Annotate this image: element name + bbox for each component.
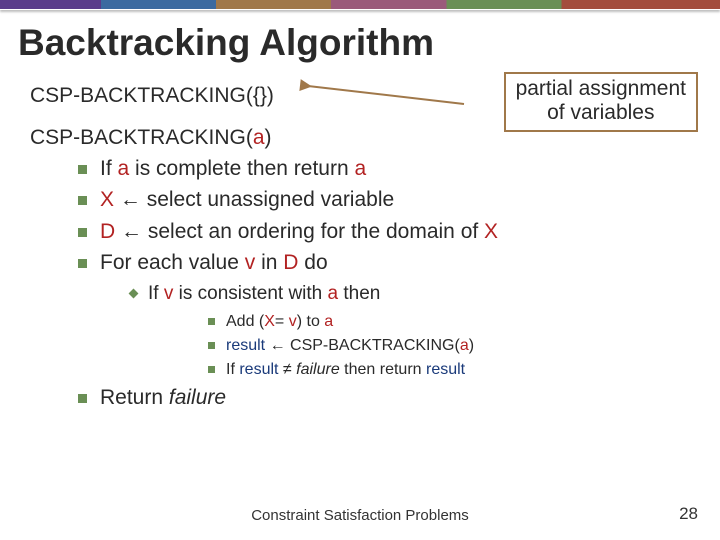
callout-line2: of variables — [547, 101, 654, 124]
inner-steps: If v is consistent with a then Add (X= v… — [100, 282, 690, 380]
fn-close: ) — [265, 126, 272, 149]
fn-arg: a — [253, 126, 265, 149]
accent-bar — [0, 0, 720, 10]
step-select-domain: D ← select an ordering for the domain of… — [78, 219, 690, 245]
footer-text: Constraint Satisfaction Problems — [0, 507, 720, 524]
innermost-steps: Add (X= v) to a result ← CSP-BACKTRACKIN… — [148, 312, 690, 380]
step-return-failure: Return failure — [78, 385, 690, 411]
step-if-complete: If a is complete then return a — [78, 156, 690, 182]
fn-name: CSP-BACKTRACKING( — [30, 126, 253, 149]
algorithm-steps: If a is complete then return a X ← selec… — [30, 156, 690, 411]
slide-title: Backtracking Algorithm — [0, 10, 720, 72]
callout-arrow — [306, 82, 486, 122]
step-recurse: result ← CSP-BACKTRACKING(a) — [208, 336, 690, 356]
step-select-var: X ← select unassigned variable — [78, 187, 690, 213]
step-check-result: If result ≠ failure then return result — [208, 360, 690, 380]
page-number: 28 — [679, 504, 698, 524]
callout-line1: partial assignment — [516, 77, 686, 100]
slide-body: partial assignment of variables CSP-BACK… — [0, 72, 720, 411]
fn-name: CSP-BACKTRACKING( — [30, 84, 253, 107]
fn-arg: {} — [253, 84, 267, 107]
step-add: Add (X= v) to a — [208, 312, 690, 332]
callout-box: partial assignment of variables — [504, 72, 698, 132]
step-for-each: For each value v in D do If v is consist… — [78, 250, 690, 380]
step-if-consistent: If v is consistent with a then Add (X= v… — [130, 282, 690, 380]
fn-close: ) — [267, 84, 274, 107]
